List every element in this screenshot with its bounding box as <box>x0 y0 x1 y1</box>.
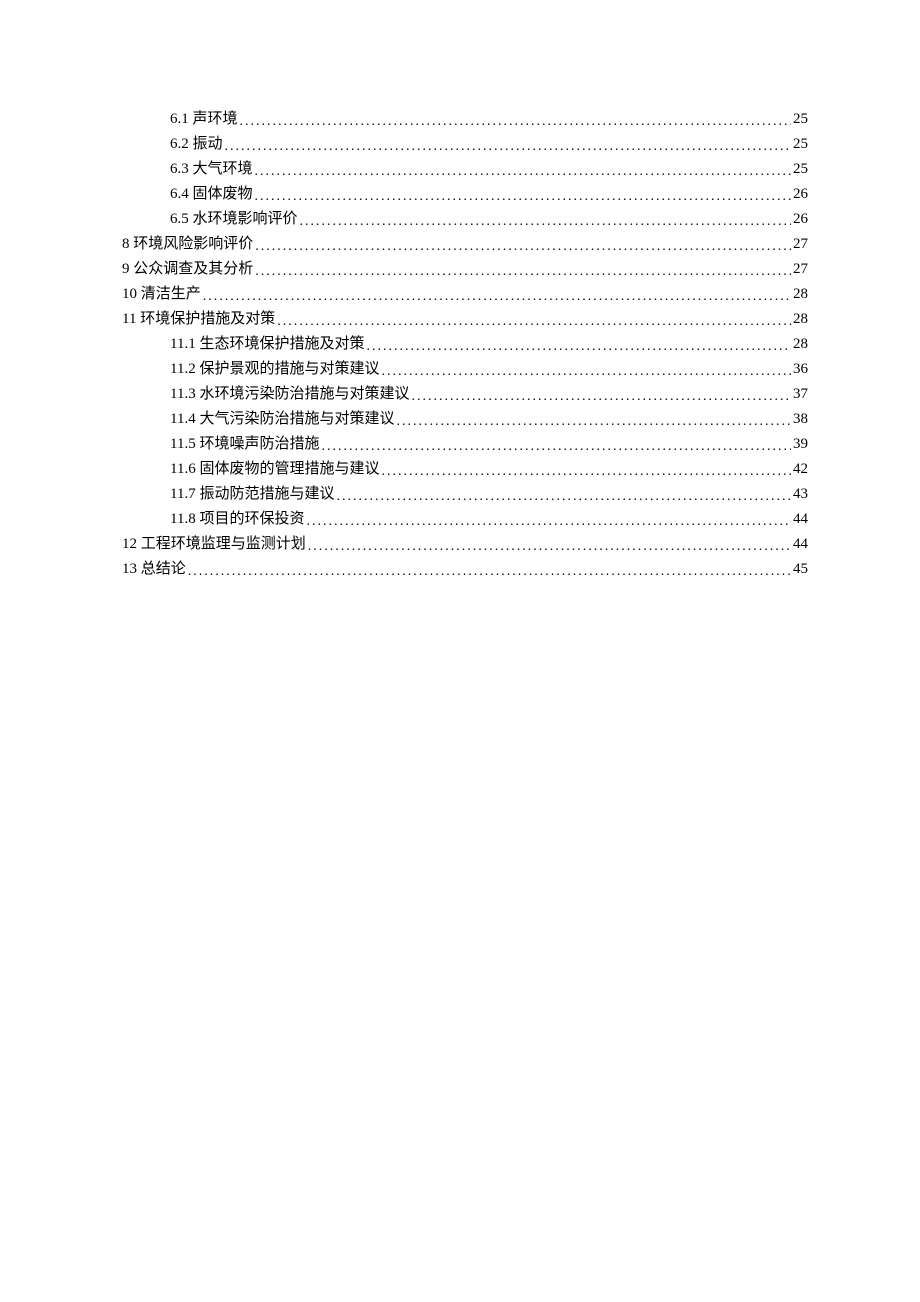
toc-row: 11.2 保护景观的措施与对策建议 36 <box>122 362 808 377</box>
toc-row: 12 工程环境监理与监测计划 44 <box>122 537 808 552</box>
toc-entry-label: 11.2 保护景观的措施与对策建议 <box>170 362 379 377</box>
toc-row: 11.4 大气污染防治措施与对策建议 38 <box>122 412 808 427</box>
toc-row: 11.7 振动防范措施与建议 43 <box>122 487 808 502</box>
toc-entry-label: 10 清洁生产 <box>122 287 201 302</box>
toc-row: 6.2 振动 25 <box>122 137 808 152</box>
toc-entry-page: 28 <box>793 287 808 302</box>
toc-entry-label: 11.8 项目的环保投资 <box>170 512 304 527</box>
toc-leader <box>381 365 791 379</box>
toc-row: 6.1 声环境 25 <box>122 112 808 127</box>
toc-entry-label: 6.5 水环境影响评价 <box>170 212 298 227</box>
toc-entry-label: 6.2 振动 <box>170 137 223 152</box>
toc-leader <box>336 490 791 504</box>
toc-entry-label: 6.4 固体废物 <box>170 187 253 202</box>
toc-entry-label: 6.3 大气环境 <box>170 162 253 177</box>
toc-row: 6.3 大气环境 25 <box>122 162 808 177</box>
toc-leader <box>203 290 791 304</box>
toc-leader <box>255 265 791 279</box>
toc-leader <box>321 440 791 454</box>
toc-leader <box>396 415 791 429</box>
toc-entry-page: 42 <box>793 462 808 477</box>
toc-entry-label: 11.7 振动防范措施与建议 <box>170 487 334 502</box>
toc-row: 9 公众调查及其分析 27 <box>122 262 808 277</box>
toc-entry-label: 11.3 水环境污染防治措施与对策建议 <box>170 387 409 402</box>
toc-row: 11 环境保护措施及对策 28 <box>122 312 808 327</box>
toc-entry-label: 11.6 固体废物的管理措施与建议 <box>170 462 379 477</box>
toc-leader <box>366 340 791 354</box>
toc-leader <box>255 190 791 204</box>
toc-leader <box>225 140 791 154</box>
toc-entry-page: 38 <box>793 412 808 427</box>
toc-entry-label: 9 公众调查及其分析 <box>122 262 253 277</box>
toc-row: 6.4 固体废物 26 <box>122 187 808 202</box>
toc-entry-page: 28 <box>793 312 808 327</box>
toc-row: 6.5 水环境影响评价 26 <box>122 212 808 227</box>
toc-entry-page: 43 <box>793 487 808 502</box>
toc-leader <box>255 165 791 179</box>
toc-entry-page: 37 <box>793 387 808 402</box>
toc-row: 8 环境风险影响评价 27 <box>122 237 808 252</box>
toc-leader <box>381 465 791 479</box>
toc-entry-page: 25 <box>793 112 808 127</box>
toc-row: 11.8 项目的环保投资 44 <box>122 512 808 527</box>
toc-entry-page: 44 <box>793 537 808 552</box>
toc-entry-page: 25 <box>793 137 808 152</box>
toc-entry-label: 11 环境保护措施及对策 <box>122 312 275 327</box>
toc-leader <box>300 215 791 229</box>
toc-row: 11.1 生态环境保护措施及对策 28 <box>122 337 808 352</box>
toc-entry-label: 8 环境风险影响评价 <box>122 237 253 252</box>
toc-leader <box>411 390 791 404</box>
toc-entry-page: 28 <box>793 337 808 352</box>
toc-container: 6.1 声环境256.2 振动256.3 大气环境256.4 固体废物266.5… <box>122 112 808 577</box>
toc-row: 11.5 环境噪声防治措施 39 <box>122 437 808 452</box>
toc-entry-page: 36 <box>793 362 808 377</box>
toc-entry-page: 45 <box>793 562 808 577</box>
toc-entry-page: 26 <box>793 187 808 202</box>
toc-entry-page: 27 <box>793 237 808 252</box>
toc-entry-page: 39 <box>793 437 808 452</box>
toc-leader <box>255 240 791 254</box>
toc-leader <box>306 515 791 529</box>
toc-entry-page: 25 <box>793 162 808 177</box>
toc-leader <box>240 115 791 129</box>
toc-row: 11.6 固体废物的管理措施与建议 42 <box>122 462 808 477</box>
toc-leader <box>188 565 791 579</box>
toc-row: 11.3 水环境污染防治措施与对策建议 37 <box>122 387 808 402</box>
toc-leader <box>277 315 791 329</box>
toc-row: 10 清洁生产 28 <box>122 287 808 302</box>
toc-entry-page: 27 <box>793 262 808 277</box>
toc-entry-label: 12 工程环境监理与监测计划 <box>122 537 306 552</box>
toc-leader <box>308 540 791 554</box>
toc-entry-page: 44 <box>793 512 808 527</box>
toc-entry-label: 11.5 环境噪声防治措施 <box>170 437 319 452</box>
toc-entry-label: 6.1 声环境 <box>170 112 238 127</box>
toc-entry-label: 11.1 生态环境保护措施及对策 <box>170 337 364 352</box>
toc-entry-page: 26 <box>793 212 808 227</box>
toc-row: 13 总结论 45 <box>122 562 808 577</box>
toc-entry-label: 13 总结论 <box>122 562 186 577</box>
toc-entry-label: 11.4 大气污染防治措施与对策建议 <box>170 412 394 427</box>
